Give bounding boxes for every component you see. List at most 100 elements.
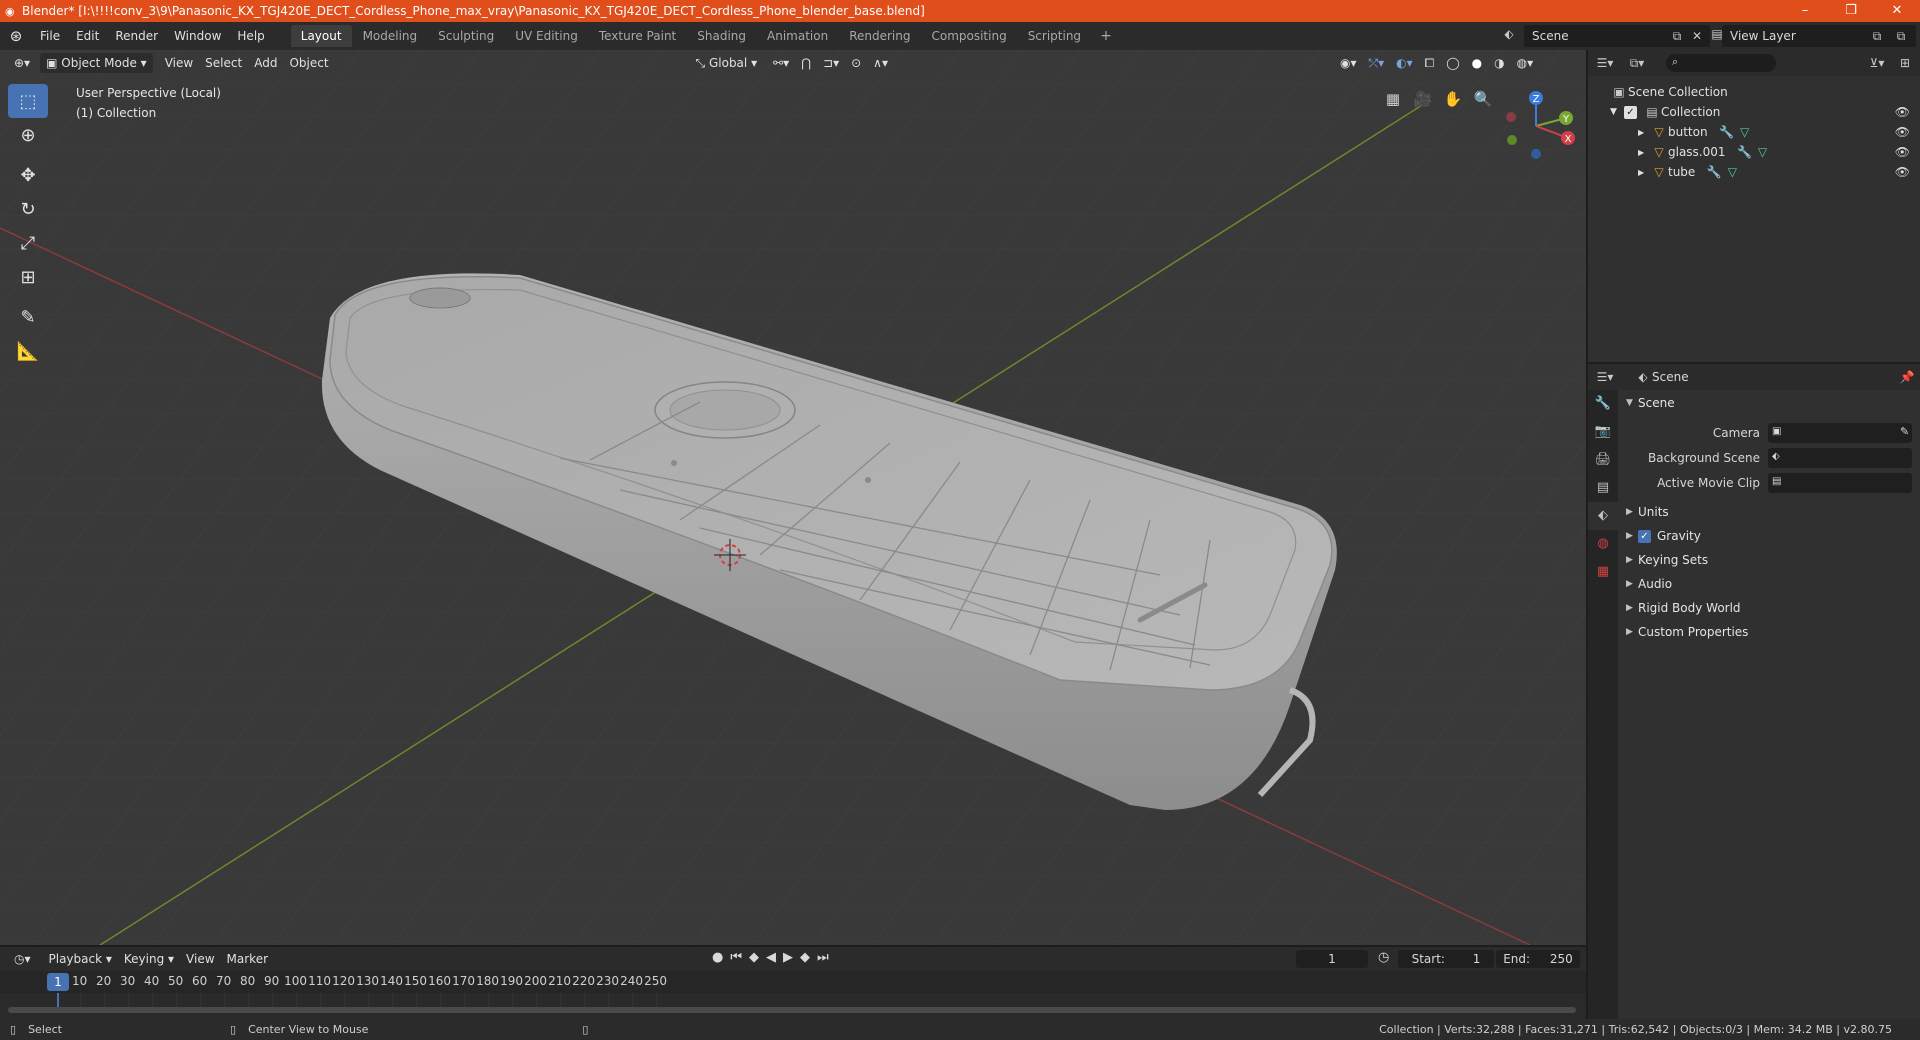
play-reverse-icon[interactable]: ◀ bbox=[766, 950, 783, 965]
modifier-icon[interactable]: 🔧 bbox=[1736, 145, 1754, 159]
modifier-icon[interactable]: 🔧 bbox=[1705, 165, 1723, 179]
start-frame-field[interactable]: Start: 1 bbox=[1398, 950, 1494, 968]
minimize-button[interactable]: – bbox=[1782, 0, 1828, 22]
menu-view[interactable]: View bbox=[159, 53, 199, 73]
select-box-tool-icon[interactable]: ⬚ bbox=[8, 84, 48, 118]
outliner-collection[interactable]: ▼ ✓ ▤ Collection 👁 bbox=[1588, 102, 1920, 122]
rigid-body-world-panel-header[interactable]: ▶ Rigid Body World bbox=[1618, 597, 1920, 619]
jump-end-icon[interactable]: ⏭ bbox=[817, 950, 836, 965]
snap-target-icon[interactable]: ⊐▾ bbox=[817, 53, 845, 73]
tab-scripting[interactable]: Scripting bbox=[1018, 25, 1091, 47]
record-icon[interactable]: ● bbox=[712, 950, 730, 965]
background-scene-field[interactable] bbox=[1768, 447, 1912, 468]
new-collection-icon[interactable]: ⊞ bbox=[1896, 56, 1914, 70]
menu-select[interactable]: Select bbox=[199, 53, 248, 73]
outliner-object[interactable]: ▶ ▽ button 🔧 ▽ 👁 bbox=[1588, 122, 1920, 142]
snap-icon[interactable]: ⋂ bbox=[795, 53, 817, 73]
scene-tab-icon[interactable]: ⬖ bbox=[1588, 502, 1618, 530]
rendered-shading-icon[interactable]: ◍▾ bbox=[1511, 53, 1540, 73]
toggle-ortho-icon[interactable]: ▦ bbox=[1378, 84, 1408, 114]
preview-range-icon[interactable]: ◷ bbox=[1378, 950, 1389, 965]
eye-icon[interactable]: 👁 bbox=[1895, 105, 1910, 119]
tab-shading[interactable]: Shading bbox=[687, 25, 756, 47]
tab-rendering[interactable]: Rendering bbox=[839, 25, 920, 47]
remove-scene-icon[interactable]: ✕ bbox=[1688, 29, 1706, 43]
move-tool-icon[interactable]: ✥ bbox=[8, 158, 48, 192]
render-tab-icon[interactable]: 📷 bbox=[1588, 418, 1618, 446]
transform-orientation-dropdown[interactable]: ⤡ Global ▾ bbox=[690, 53, 764, 73]
mesh-data-icon[interactable]: ▽ bbox=[1723, 165, 1741, 179]
next-keyframe-icon[interactable]: ◆ bbox=[800, 950, 817, 965]
close-button[interactable]: ✕ bbox=[1874, 0, 1920, 22]
scene-browse-icon[interactable]: ⬖ bbox=[1500, 27, 1518, 41]
camera-field[interactable] bbox=[1768, 422, 1912, 443]
mesh-data-icon[interactable]: ▽ bbox=[1736, 125, 1754, 139]
blender-menu-icon[interactable]: ⊛ bbox=[0, 27, 32, 45]
overlay-toggle-icon[interactable]: ◐▾ bbox=[1390, 53, 1419, 73]
keying-sets-panel-header[interactable]: ▶ Keying Sets bbox=[1618, 549, 1920, 571]
eye-icon[interactable]: 👁 bbox=[1895, 125, 1910, 139]
tool-tab-icon[interactable]: 🔧 bbox=[1588, 390, 1618, 418]
cursor-tool-icon[interactable]: ⊕ bbox=[8, 118, 48, 152]
outliner-scene-collection[interactable]: ▣ Scene Collection bbox=[1588, 82, 1920, 102]
filter-icon[interactable]: ⊻▾ bbox=[1868, 56, 1886, 70]
menu-file[interactable]: File bbox=[32, 29, 68, 43]
tab-layout[interactable]: Layout bbox=[290, 25, 352, 47]
gravity-panel-header[interactable]: ▶ ✓ Gravity bbox=[1618, 525, 1920, 547]
units-panel-header[interactable]: ▶ Units bbox=[1618, 501, 1920, 523]
copy-view-layer-icon[interactable]: ⧉ bbox=[1868, 29, 1886, 44]
falloff-icon[interactable]: ∧▾ bbox=[867, 53, 894, 73]
menu-marker[interactable]: Marker bbox=[221, 949, 274, 969]
display-mode-icon[interactable]: ⧉▾ bbox=[1628, 56, 1646, 71]
copy-scene-icon[interactable]: ⧉ bbox=[1668, 29, 1686, 44]
annotate-tool-icon[interactable]: ✎ bbox=[8, 300, 48, 334]
timeline-scrollbar[interactable] bbox=[8, 1007, 1576, 1013]
world-tab-icon[interactable]: ◍ bbox=[1588, 530, 1618, 558]
material-shading-icon[interactable]: ◑ bbox=[1488, 53, 1510, 73]
menu-playback[interactable]: Playback ▾ bbox=[43, 949, 118, 969]
transform-tool-icon[interactable]: ⊞ bbox=[8, 260, 48, 294]
tab-uv-editing[interactable]: UV Editing bbox=[505, 25, 588, 47]
scene-panel-header[interactable]: ▼ Scene bbox=[1618, 392, 1920, 414]
wireframe-shading-icon[interactable]: ◯ bbox=[1440, 53, 1465, 73]
collection-checkbox[interactable]: ✓ bbox=[1624, 105, 1637, 119]
audio-panel-header[interactable]: ▶ Audio bbox=[1618, 573, 1920, 595]
modifier-icon[interactable]: 🔧 bbox=[1718, 125, 1736, 139]
menu-edit[interactable]: Edit bbox=[68, 29, 107, 43]
custom-properties-panel-header[interactable]: ▶ Custom Properties bbox=[1618, 621, 1920, 643]
tab-sculpting[interactable]: Sculpting bbox=[428, 25, 504, 47]
mesh-data-icon[interactable]: ▽ bbox=[1754, 145, 1772, 159]
navigation-gizmo[interactable]: Z Y X bbox=[1496, 86, 1576, 166]
current-frame-field[interactable]: 1 bbox=[1296, 950, 1368, 968]
output-tab-icon[interactable]: 🖨 bbox=[1588, 446, 1618, 474]
add-workspace-button[interactable]: + bbox=[1092, 28, 1120, 44]
menu-help[interactable]: Help bbox=[229, 29, 272, 43]
view-layer-selector[interactable]: View Layer ⧉ ⧉ bbox=[1722, 25, 1916, 47]
menu-keying[interactable]: Keying ▾ bbox=[118, 949, 180, 969]
proportional-edit-icon[interactable]: ⊙ bbox=[845, 53, 867, 73]
measure-tool-icon[interactable]: 📐 bbox=[8, 334, 48, 368]
tab-texture-paint[interactable]: Texture Paint bbox=[589, 25, 686, 47]
scale-tool-icon[interactable]: ⤢ bbox=[8, 226, 48, 260]
view-layer-tab-icon[interactable]: ▤ bbox=[1588, 474, 1618, 502]
expand-collection-icon[interactable]: ▼ bbox=[1610, 107, 1624, 117]
3d-viewport[interactable]: ⊕▾ ▣ Object Mode ▾ View Select Add Objec… bbox=[0, 50, 1586, 945]
solid-shading-icon[interactable]: ● bbox=[1466, 53, 1488, 73]
playhead[interactable]: 1 bbox=[47, 973, 69, 991]
pin-icon[interactable]: 📌 bbox=[1898, 370, 1916, 384]
scene-selector[interactable]: Scene ⧉ ✕ bbox=[1524, 25, 1710, 47]
play-icon[interactable]: ▶ bbox=[783, 950, 800, 965]
menu-timeline-view[interactable]: View bbox=[180, 949, 220, 969]
tab-compositing[interactable]: Compositing bbox=[921, 25, 1016, 47]
tab-animation[interactable]: Animation bbox=[757, 25, 838, 47]
jump-start-icon[interactable]: ⏮ bbox=[730, 950, 749, 965]
zoom-view-icon[interactable]: 🔍 bbox=[1468, 84, 1498, 114]
eye-icon[interactable]: 👁 bbox=[1895, 145, 1910, 159]
restore-button[interactable]: ❐ bbox=[1828, 0, 1874, 22]
editor-type-icon[interactable]: ⊕▾ bbox=[8, 53, 36, 73]
mode-dropdown[interactable]: ▣ Object Mode ▾ bbox=[40, 53, 153, 73]
texture-tab-icon[interactable]: ▦ bbox=[1588, 558, 1618, 586]
rotate-tool-icon[interactable]: ↻ bbox=[8, 192, 48, 226]
remove-view-layer-icon[interactable]: ⧉ bbox=[1892, 29, 1910, 44]
prev-keyframe-icon[interactable]: ◆ bbox=[749, 950, 766, 965]
